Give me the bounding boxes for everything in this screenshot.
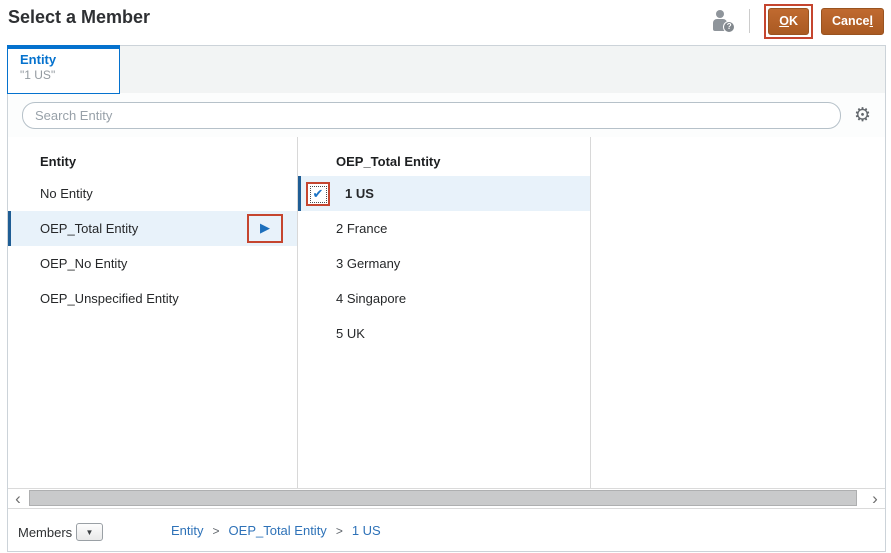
header-actions: ? OK Cancel bbox=[713, 3, 884, 39]
member-selector-columns: Entity No Entity OEP_Total Entity ▶ OEP_… bbox=[8, 137, 885, 488]
list-item[interactable]: 2 France bbox=[298, 211, 590, 246]
breadcrumb-separator: > bbox=[212, 523, 220, 538]
column-children: OEP_Total Entity ✔ 1 US 2 France 3 Germa… bbox=[298, 137, 591, 488]
list-item-selected[interactable]: ✔ 1 US bbox=[298, 176, 590, 211]
list-item[interactable]: No Entity bbox=[8, 176, 297, 211]
ok-button[interactable]: OK bbox=[768, 7, 809, 35]
tab-entity-selection: "1 US" bbox=[20, 68, 56, 82]
dialog-header: Select a Member ? OK Cancel bbox=[0, 0, 891, 45]
scrollbar-track[interactable] bbox=[28, 489, 865, 508]
breadcrumb-link-current[interactable]: 1 US bbox=[352, 523, 381, 538]
select-member-dialog: Select a Member ? OK Cancel Entity "1 US… bbox=[0, 0, 891, 553]
dialog-footer: Members ▼ Entity > OEP_Total Entity > 1 … bbox=[8, 509, 885, 551]
members-label: Members bbox=[18, 525, 73, 540]
list-item-label: OEP_Unspecified Entity bbox=[40, 291, 179, 306]
ok-annotation-box: OK bbox=[764, 3, 813, 39]
expand-children-icon[interactable]: ▶ bbox=[260, 222, 270, 235]
scroll-right-icon[interactable]: › bbox=[865, 490, 885, 507]
list-item[interactable]: OEP_Unspecified Entity bbox=[8, 281, 297, 316]
cancel-mnemonic: l bbox=[869, 13, 873, 28]
scrollbar-thumb[interactable] bbox=[29, 490, 857, 506]
list-item[interactable]: OEP_No Entity bbox=[8, 246, 297, 281]
column-empty bbox=[591, 137, 885, 488]
list-item-label: 5 UK bbox=[336, 326, 365, 341]
list-item-label: No Entity bbox=[40, 186, 93, 201]
column-header: OEP_Total Entity bbox=[336, 154, 441, 169]
expand-annotation-box: ▶ bbox=[247, 214, 283, 243]
checkmark-icon: ✔ bbox=[312, 186, 324, 202]
member-icon-head bbox=[716, 10, 725, 18]
list-item-label: 4 Singapore bbox=[336, 291, 407, 306]
list-item[interactable]: 3 Germany bbox=[298, 246, 590, 281]
list-item-label: 1 US bbox=[345, 186, 374, 201]
breadcrumb: Entity > OEP_Total Entity > 1 US bbox=[171, 523, 381, 538]
column-entity: Entity No Entity OEP_Total Entity ▶ OEP_… bbox=[8, 137, 298, 488]
member-info-icon[interactable]: ? bbox=[713, 9, 736, 33]
scroll-left-icon[interactable]: ‹ bbox=[8, 490, 28, 507]
list-item-selected[interactable]: OEP_Total Entity ▶ bbox=[8, 211, 297, 246]
chevron-down-icon: ▼ bbox=[85, 527, 94, 537]
cancel-label-rest: Cance bbox=[831, 13, 870, 28]
list-item-label: 2 France bbox=[336, 221, 388, 236]
search-input[interactable] bbox=[22, 101, 841, 129]
page-title: Select a Member bbox=[8, 7, 151, 27]
list-item[interactable]: 4 Singapore bbox=[298, 281, 590, 316]
column-header: Entity bbox=[40, 154, 77, 169]
breadcrumb-link-entity[interactable]: Entity bbox=[171, 523, 204, 538]
member-checkbox[interactable]: ✔ bbox=[309, 185, 327, 203]
toolbar-divider bbox=[749, 9, 751, 33]
ok-label-rest: K bbox=[788, 13, 798, 28]
members-dropdown[interactable]: ▼ bbox=[76, 523, 103, 541]
list-item-label: OEP_No Entity bbox=[40, 256, 128, 271]
list-item-label: 3 Germany bbox=[336, 256, 401, 271]
dialog-panel: Entity "1 US" ⚙ Entity No Entity OEP_Tot… bbox=[7, 45, 886, 552]
ok-mnemonic: O bbox=[779, 13, 789, 28]
tab-strip: Entity "1 US" bbox=[7, 45, 885, 94]
tab-entity-label: Entity bbox=[20, 52, 57, 67]
horizontal-scrollbar[interactable]: ‹ › bbox=[8, 488, 885, 509]
list-item-label: OEP_Total Entity bbox=[40, 221, 139, 236]
breadcrumb-separator: > bbox=[335, 523, 343, 538]
search-bar: ⚙ bbox=[8, 93, 885, 137]
tab-entity[interactable]: Entity "1 US" bbox=[7, 45, 120, 94]
breadcrumb-link-total-entity[interactable]: OEP_Total Entity bbox=[229, 523, 327, 538]
list-item[interactable]: 5 UK bbox=[298, 316, 590, 351]
gear-icon[interactable]: ⚙ bbox=[852, 105, 873, 125]
cancel-button[interactable]: Cancel bbox=[820, 7, 884, 35]
help-badge-icon: ? bbox=[723, 21, 736, 33]
checkbox-annotation-box: ✔ bbox=[306, 182, 330, 206]
